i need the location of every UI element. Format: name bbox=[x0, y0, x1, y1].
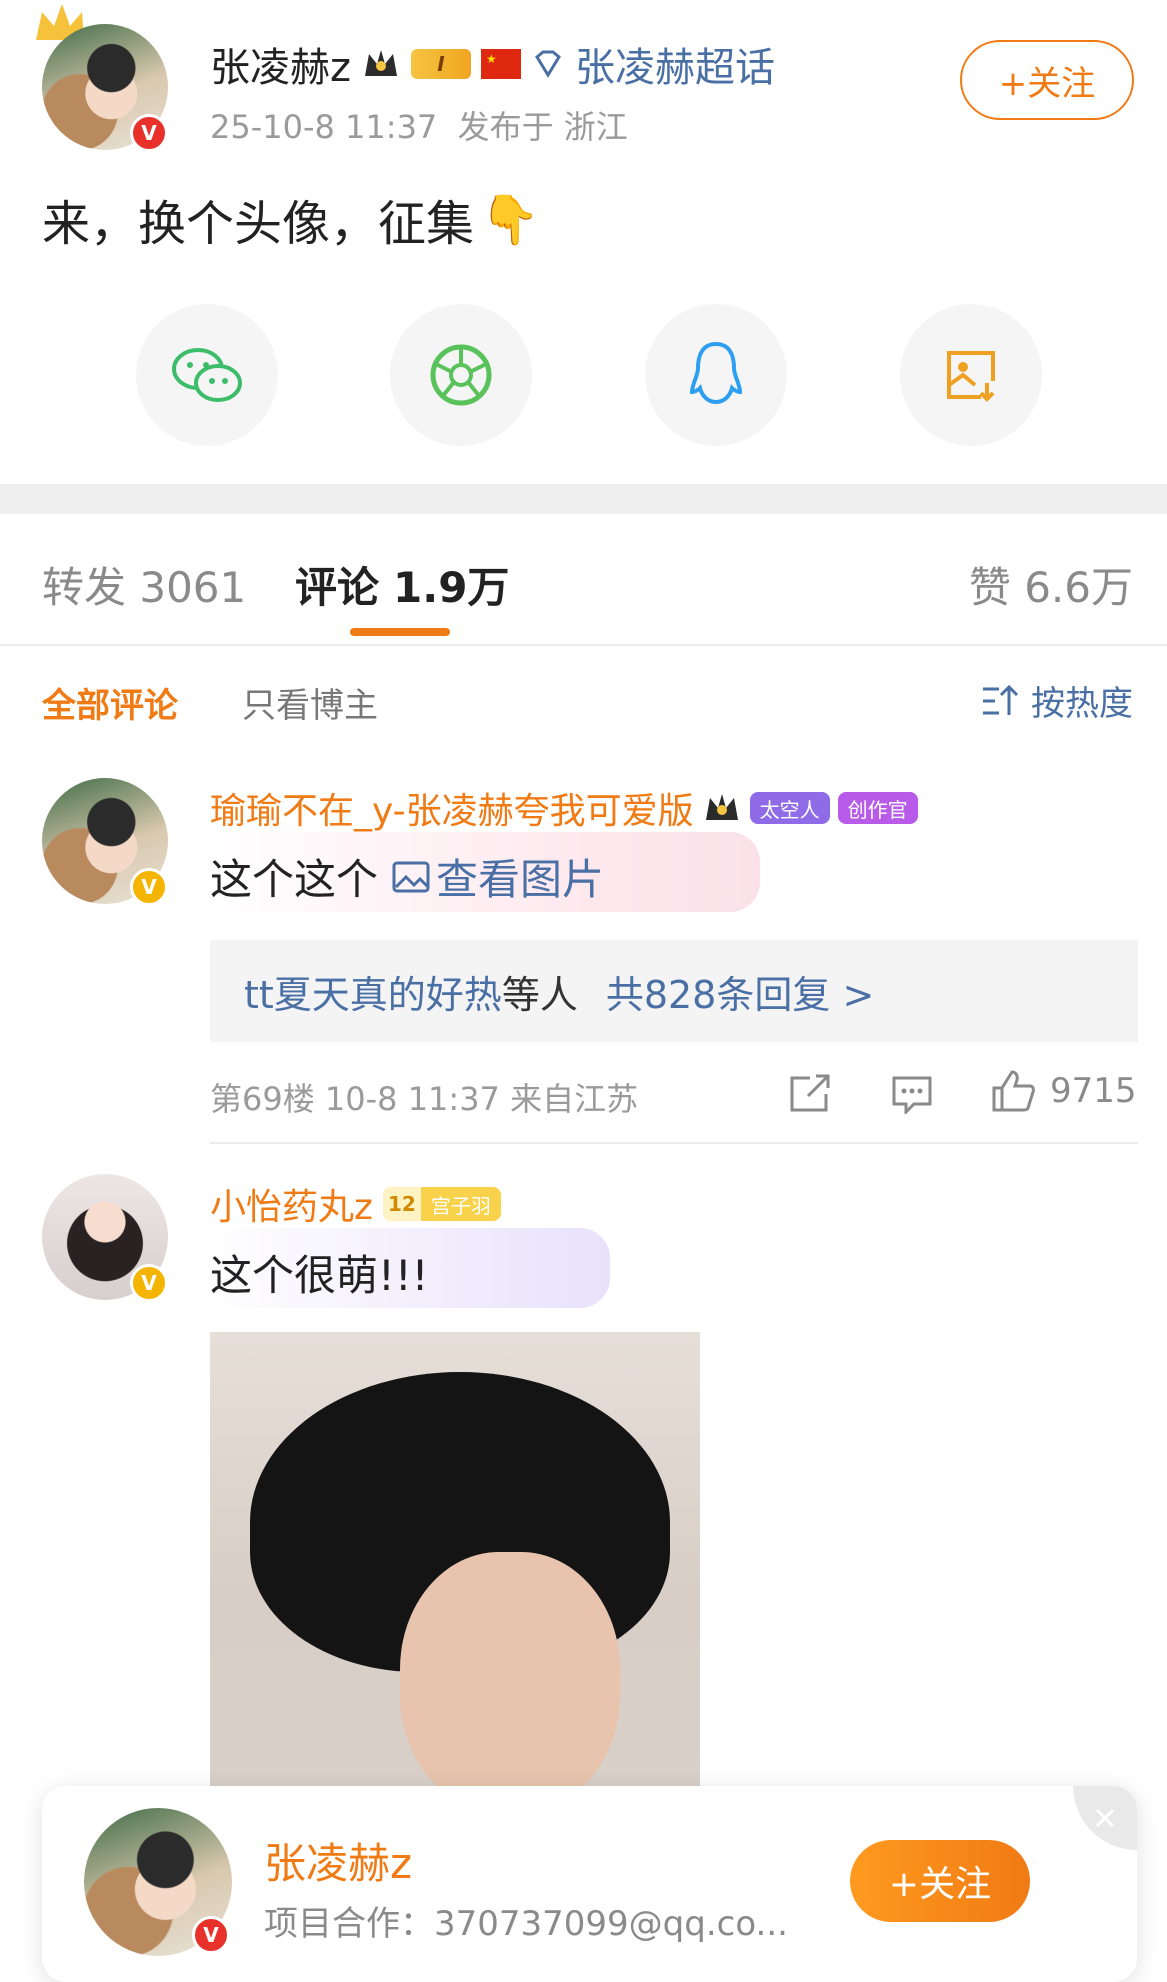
view-image-label: 查看图片 bbox=[436, 855, 605, 904]
reply-username[interactable]: tt夏天真的好热 bbox=[244, 964, 502, 1019]
image-icon bbox=[392, 861, 430, 892]
save-image-icon bbox=[947, 351, 995, 402]
thumbs-up-icon bbox=[992, 1070, 1035, 1112]
card-follow-label: +关注 bbox=[888, 1864, 992, 1905]
comment-text: 这个很萌!!! bbox=[210, 1251, 429, 1300]
verified-badge-icon: V bbox=[130, 868, 168, 906]
fan-club-name: 宫子羽 bbox=[430, 1193, 491, 1218]
card-name[interactable]: 张凌赫z bbox=[264, 1830, 412, 1891]
fan-level-badge: 12 宫子羽 bbox=[382, 1187, 501, 1221]
filter-owner-only[interactable]: 只看博主 bbox=[242, 678, 378, 727]
tab-comments-count: 1.9万 bbox=[393, 563, 510, 612]
reply-text: 等人 bbox=[501, 972, 578, 1017]
reply-count-link[interactable]: 共828条回复 > bbox=[606, 964, 874, 1019]
tabs-divider bbox=[0, 644, 1167, 646]
section-separator bbox=[0, 484, 1167, 514]
author-row: 张凌赫z I ★ 张凌赫超话 bbox=[210, 36, 775, 92]
tab-repost[interactable]: 转发 3061 bbox=[42, 554, 246, 615]
filter-all-comments[interactable]: 全部评论 bbox=[42, 678, 178, 727]
like-count: 9715 bbox=[1050, 1071, 1137, 1111]
verified-badge-icon: V bbox=[130, 114, 168, 152]
tab-likes[interactable]: 赞 6.6万 bbox=[969, 554, 1133, 615]
comment-username-row: 小怡药丸z 12 宫子羽 bbox=[210, 1178, 501, 1230]
diamond-icon bbox=[531, 49, 565, 79]
comment-username[interactable]: 瑜瑜不在_y-张凌赫夸我可爱版 bbox=[210, 782, 694, 834]
photo-face-shape bbox=[400, 1552, 620, 1812]
comment-reply-button[interactable] bbox=[890, 1074, 934, 1116]
fan-level-number: 12 bbox=[382, 1187, 421, 1221]
badge-astronaut: 太空人 bbox=[749, 792, 830, 824]
comment-username-row: 瑜瑜不在_y-张凌赫夸我可爱版 太空人 创作官 bbox=[210, 782, 918, 834]
comment-text-row: 这个这个 查看图片 bbox=[210, 846, 604, 907]
reply-preview[interactable]: tt夏天真的好热 等人 共828条回复 > bbox=[210, 940, 1138, 1042]
comment-meta: 第69楼 10-8 11:37 来自江苏 bbox=[210, 1080, 639, 1118]
share-qq-button[interactable] bbox=[645, 304, 787, 446]
qq-icon bbox=[689, 341, 743, 405]
pointing-down-emoji: 👇 bbox=[480, 191, 540, 248]
sort-icon bbox=[983, 684, 1019, 715]
china-flag-icon: ★ bbox=[481, 49, 521, 79]
tab-comments-label: 评论 bbox=[295, 563, 380, 612]
verified-badge-icon: V bbox=[130, 1264, 168, 1302]
comment-share-button[interactable] bbox=[788, 1074, 832, 1114]
moments-icon bbox=[430, 344, 492, 406]
tab-active-indicator bbox=[350, 628, 450, 636]
badge-creator: 创作官 bbox=[837, 792, 918, 824]
wechat-icon bbox=[172, 348, 242, 402]
comment-like-button[interactable]: 9715 bbox=[990, 1068, 1137, 1114]
author-name[interactable]: 张凌赫z bbox=[210, 35, 351, 93]
comment-username[interactable]: 小怡药丸z bbox=[210, 1178, 373, 1230]
sort-label: 按热度 bbox=[1031, 684, 1133, 724]
post-content: 来，换个头像，征集 👇 bbox=[42, 184, 540, 254]
follow-button[interactable]: +关注 bbox=[960, 40, 1134, 120]
share-moments-button[interactable] bbox=[390, 304, 532, 446]
comment-text: 这个这个 bbox=[210, 855, 379, 904]
level-badge: I bbox=[411, 49, 471, 79]
tab-comments[interactable]: 评论 1.9万 bbox=[295, 554, 509, 615]
comment-divider bbox=[210, 1142, 1138, 1144]
card-close-button[interactable] bbox=[1073, 1786, 1137, 1850]
super-topic-link[interactable]: 张凌赫超话 bbox=[575, 35, 775, 93]
share-icon bbox=[790, 1074, 830, 1112]
close-icon bbox=[1095, 1808, 1115, 1828]
verified-badge-icon: V bbox=[192, 1916, 230, 1954]
view-image-link[interactable]: 查看图片 bbox=[392, 846, 604, 907]
follow-suggestion-card: V 张凌赫z 项目合作：370737099@qq.co... +关注 bbox=[42, 1786, 1137, 1982]
card-follow-button[interactable]: +关注 bbox=[850, 1840, 1030, 1922]
save-image-button[interactable] bbox=[900, 304, 1042, 446]
sort-by-hot[interactable]: 按热度 bbox=[981, 676, 1133, 725]
card-description: 项目合作：370737099@qq.co... bbox=[264, 1904, 788, 1944]
post-text: 来，换个头像，征集 bbox=[42, 196, 475, 252]
comment-icon bbox=[892, 1076, 932, 1116]
share-wechat-button[interactable] bbox=[136, 304, 278, 446]
crown-icon bbox=[361, 46, 401, 82]
follow-button-label: +关注 bbox=[998, 63, 1096, 104]
post-meta: 25-10-8 11:37 发布于 浙江 bbox=[210, 108, 628, 146]
crown-icon bbox=[702, 790, 742, 826]
